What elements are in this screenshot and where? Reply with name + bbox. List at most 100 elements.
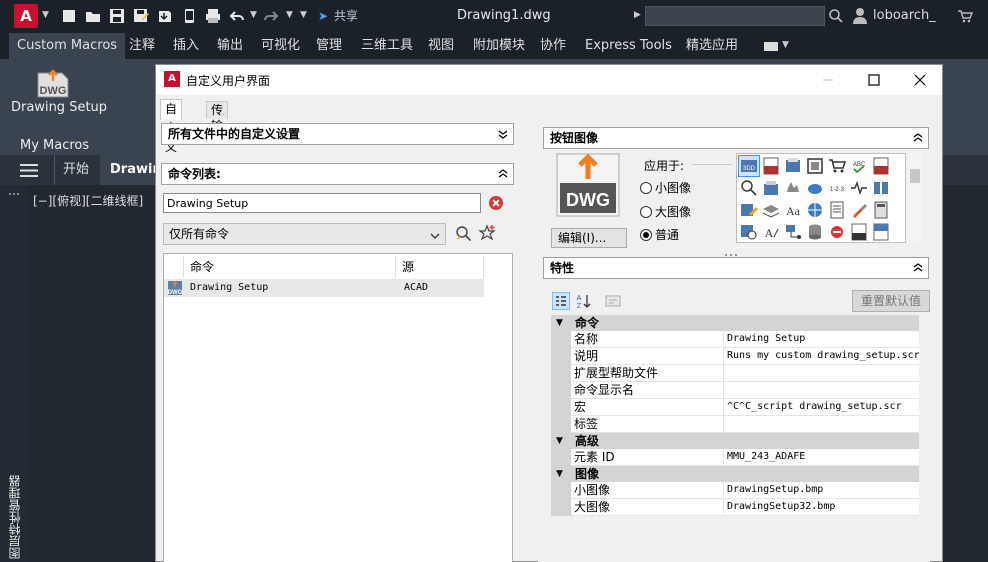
layer-stack-icon[interactable] (761, 200, 781, 220)
new-file-icon[interactable] (60, 7, 78, 25)
ribbon-tab-insert[interactable]: 插入 (165, 33, 207, 59)
alphabetical-sort-icon[interactable]: AZ (574, 292, 592, 310)
plot-icon[interactable] (204, 7, 222, 25)
palette-grip-handle[interactable] (9, 193, 19, 197)
ribbon-tab-featured-apps[interactable]: 精选应用 (678, 33, 746, 59)
chevron-up-icon[interactable] (497, 168, 509, 180)
text-edit-icon[interactable]: A (761, 222, 781, 242)
properties-pane-header[interactable]: 特性 (543, 257, 929, 279)
user-icon[interactable] (852, 7, 868, 25)
start-tab[interactable]: 开始 (54, 155, 89, 185)
3d-dwf-icon[interactable]: 3DD (738, 155, 760, 177)
scrollbar-thumb[interactable] (910, 169, 920, 183)
ribbon-tab-add-ins[interactable]: 附加模块 (465, 33, 533, 59)
property-category-command[interactable]: ▼ 命令 (551, 315, 919, 331)
property-row[interactable]: 大图像 DrawingSetup32.bmp (551, 499, 919, 516)
palette-title[interactable]: 图层特性管理器 (6, 475, 22, 559)
property-row[interactable]: 标签 (551, 416, 919, 433)
radio-large-image[interactable]: 大图像 (640, 203, 691, 221)
button-image-pane-header[interactable]: 按钮图像 (543, 127, 929, 149)
find-command-icon[interactable] (454, 224, 472, 242)
app-logo[interactable]: A (14, 4, 38, 28)
chevron-down-icon[interactable] (497, 128, 509, 140)
ribbon-display-mode-chevron-icon[interactable]: ▼ (782, 40, 789, 50)
chevron-up-icon[interactable] (912, 132, 924, 144)
tab-transfer[interactable]: 传输 (206, 101, 229, 133)
undo-dropdown-chevron-icon[interactable]: ▼ (250, 10, 257, 20)
viewport-controls[interactable]: [−][俯视][二维线框] (33, 192, 143, 209)
save-web-mobile-icon[interactable] (180, 7, 198, 25)
table-row[interactable]: DWG Drawing Setup ACAD (164, 279, 484, 297)
radio-button[interactable] (640, 206, 652, 218)
qat-customize-chevron-icon[interactable]: ▼ (300, 10, 307, 20)
edit-image-button[interactable]: 编辑(I)... (551, 228, 627, 248)
waveform-icon[interactable] (849, 178, 869, 198)
radio-button[interactable] (640, 229, 652, 241)
maximize-icon[interactable] (864, 70, 884, 90)
search-input[interactable] (645, 6, 825, 26)
sequence-numbers-icon[interactable]: 1·2·3 (827, 178, 847, 198)
property-row[interactable]: 元素 ID MMU_243_ADAFE (551, 449, 919, 466)
categorized-view-icon[interactable] (551, 291, 571, 311)
document-list-icon[interactable] (827, 200, 847, 220)
collapse-icon[interactable]: ▼ (556, 433, 563, 449)
property-row[interactable]: 宏 ^C^C_script drawing_setup.scr (551, 399, 919, 416)
app-menu-chevron-icon[interactable]: ▼ (42, 10, 49, 20)
chevron-up-icon[interactable] (912, 262, 924, 274)
property-row[interactable]: 说明 Runs my custom drawing_setup.scr (551, 348, 919, 365)
cart-icon[interactable] (957, 8, 974, 24)
expand-right-icon[interactable]: ▶ (634, 10, 641, 20)
minimize-icon[interactable] (818, 70, 838, 90)
network-icon[interactable] (783, 222, 803, 242)
close-icon[interactable] (910, 70, 930, 90)
search-icon[interactable] (828, 8, 844, 24)
book-icon[interactable] (871, 178, 891, 198)
user-name[interactable]: loboarch_ (873, 8, 936, 23)
dwg-file-icon[interactable]: DWG (36, 69, 70, 99)
ribbon-tab-manage[interactable]: 管理 (308, 33, 350, 59)
text-style-icon[interactable]: Aa (783, 200, 803, 220)
redo-dropdown-chevron-icon[interactable]: ▼ (286, 10, 293, 20)
dgn-file-icon[interactable] (871, 222, 891, 242)
ribbon-tab-collaborate[interactable]: 协作 (532, 33, 574, 59)
share-button[interactable]: ➤ 共享 (318, 7, 358, 25)
frame-icon[interactable] (805, 156, 825, 176)
radio-small-image[interactable]: 小图像 (640, 179, 691, 197)
ribbon-tab-custom-macros[interactable]: Custom Macros (9, 33, 126, 59)
drawing-tab[interactable]: Drawing1 (100, 155, 160, 185)
save-icon[interactable] (108, 7, 126, 25)
ribbon-tab-express-tools[interactable]: Express Tools (577, 33, 680, 59)
command-scope-select[interactable]: 仅所有命令 (163, 223, 446, 245)
ribbon-tab-visualize[interactable]: 可视化 (253, 33, 308, 59)
spell-check-icon[interactable]: ABC (849, 156, 869, 176)
ribbon-tab-output[interactable]: 输出 (209, 33, 251, 59)
property-row[interactable]: 小图像 DrawingSetup.bmp (551, 482, 919, 499)
command-filter-input[interactable] (163, 193, 481, 213)
property-row[interactable]: 命令显示名 (551, 382, 919, 399)
property-row[interactable]: 名称 Drawing Setup (551, 331, 919, 348)
dwf-icon[interactable] (761, 156, 781, 176)
arx-icon[interactable] (871, 156, 891, 176)
find-object-icon[interactable] (739, 178, 759, 198)
ribbon-display-mode-icon[interactable] (764, 42, 778, 51)
property-pages-icon[interactable] (604, 292, 622, 310)
open-folder-icon[interactable] (84, 7, 102, 25)
property-category-images[interactable]: ▼ 图像 (551, 466, 919, 482)
batch-plot-icon[interactable] (783, 156, 803, 176)
sheet-set-icon[interactable] (761, 178, 781, 198)
create-new-command-icon[interactable] (478, 224, 496, 242)
radio-both[interactable]: 普通 (640, 226, 679, 244)
ribbon-tab-view[interactable]: 视图 (420, 33, 462, 59)
gallery-scrollbar[interactable] (908, 153, 922, 243)
redo-icon[interactable] (262, 7, 280, 25)
ribbon-tab-3d-tools[interactable]: 三维工具 (353, 33, 421, 59)
clear-filter-icon[interactable] (488, 195, 504, 211)
property-row[interactable]: 扩展型帮助文件 (551, 365, 919, 382)
collapse-icon[interactable]: ▼ (556, 315, 563, 331)
brush-icon[interactable] (849, 200, 869, 220)
column-header-source[interactable]: 源 (396, 256, 484, 278)
edit-pencil-icon[interactable] (739, 200, 759, 220)
ddn-file-icon[interactable] (849, 222, 869, 242)
property-category-advanced[interactable]: ▼ 高级 (551, 433, 919, 449)
undo-icon[interactable] (228, 7, 246, 25)
